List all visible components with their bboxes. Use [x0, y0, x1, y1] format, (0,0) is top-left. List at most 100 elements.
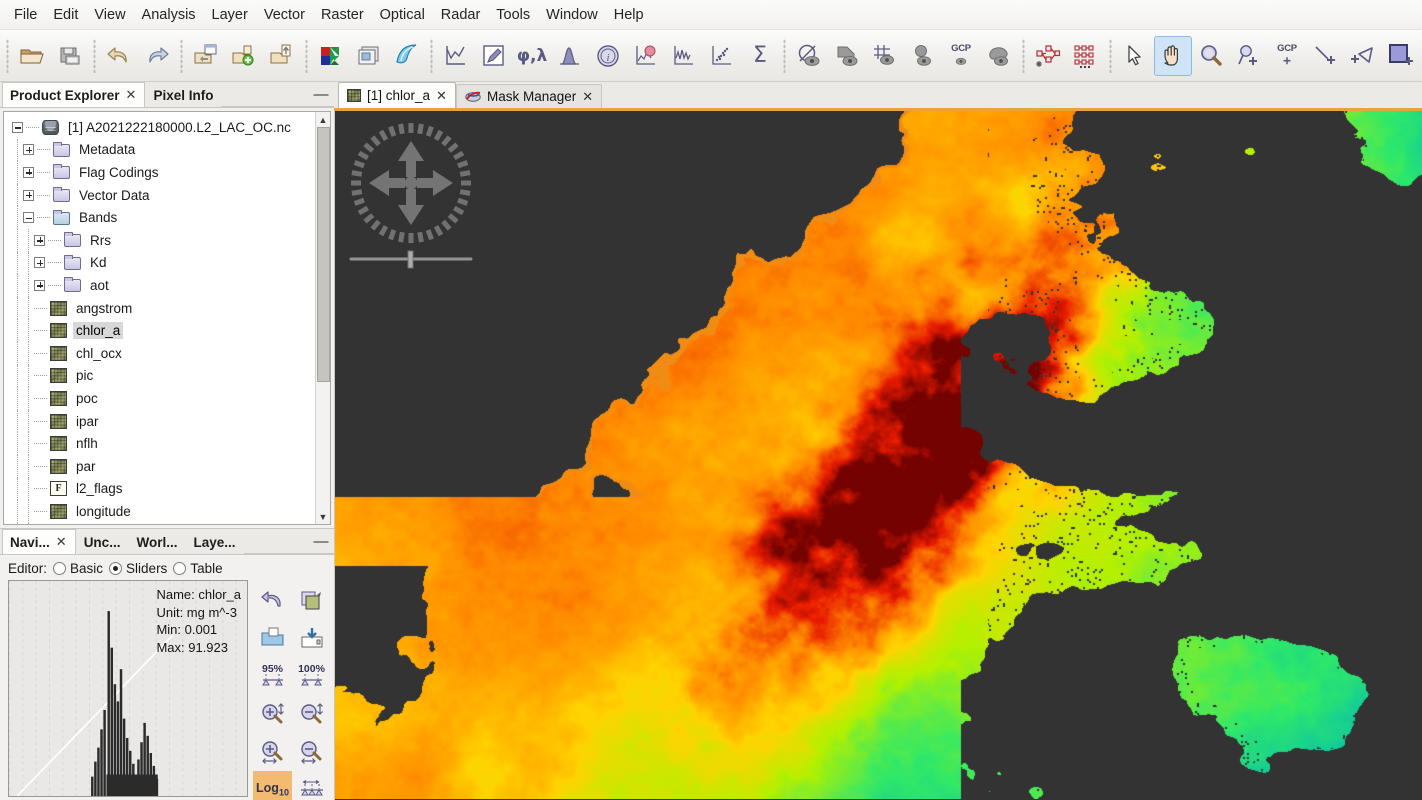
collapse-node-icon[interactable] — [23, 212, 34, 223]
zoom-out-vertical-button[interactable] — [292, 695, 331, 733]
graticule-layer-icon[interactable] — [866, 36, 904, 76]
mask-manager-icon[interactable] — [790, 36, 828, 76]
open-rgb-image-window-icon[interactable] — [187, 36, 225, 76]
tree-node-poc[interactable]: poc — [4, 387, 315, 410]
document-tab-1[interactable]: Mask Manager✕ — [456, 84, 602, 108]
zoom-out-horizontal-button[interactable] — [292, 733, 331, 771]
undo-icon[interactable] — [100, 36, 138, 76]
tree-node-par[interactable]: par — [4, 455, 315, 478]
tree-node-ipar[interactable]: ipar — [4, 410, 315, 433]
pin-manager-icon[interactable] — [904, 36, 942, 76]
colour-panel-tab-1[interactable]: Unc... — [76, 529, 129, 554]
pin-placing-tool-icon[interactable] — [1230, 36, 1268, 76]
line-drawing-tool-icon[interactable] — [1306, 36, 1344, 76]
information-icon[interactable]: i — [589, 36, 627, 76]
zoom-in-vertical-button[interactable] — [253, 695, 292, 733]
histogram-display[interactable]: Name: chlor_a Unit: mg m^-3 Min: 0.001 M… — [8, 580, 248, 797]
menu-item-window[interactable]: Window — [538, 3, 606, 27]
profile-plot-icon[interactable] — [437, 36, 475, 76]
product-tree[interactable]: [1] A2021222180000.L2_LAC_OC.ncMetadataF… — [4, 112, 315, 524]
tree-node-nflh[interactable]: nflh — [4, 432, 315, 455]
product-explorer-tab-1[interactable]: Pixel Info — [145, 82, 221, 107]
editor-option-basic[interactable]: Basic — [53, 561, 103, 576]
tree-node--1-a2021222180000-l2_lac_oc-nc[interactable]: [1] A2021222180000.L2_LAC_OC.nc — [4, 116, 315, 139]
colour-panel-tab-0[interactable]: Navi...✕ — [2, 529, 76, 554]
expand-node-icon[interactable] — [34, 235, 45, 246]
tree-node-pic[interactable]: pic — [4, 365, 315, 388]
wavelength-icon[interactable] — [388, 36, 426, 76]
tree-node-latitude[interactable]: latitude — [4, 523, 315, 524]
product-tree-scrollbar[interactable]: ▲ ▼ — [315, 112, 330, 524]
polyline-drawing-tool-icon[interactable] — [1344, 36, 1382, 76]
geo-coding-icon[interactable]: φ,λ — [513, 36, 551, 76]
pen-tool-icon[interactable] — [475, 36, 513, 76]
zoom-in-horizontal-button[interactable] — [253, 733, 292, 771]
layer-manager-icon[interactable] — [350, 36, 388, 76]
image-view-chlor-a[interactable] — [334, 111, 1422, 800]
tree-node-chl_ocx[interactable]: chl_ocx — [4, 342, 315, 365]
menu-item-view[interactable]: View — [86, 3, 133, 27]
tree-node-angstrom[interactable]: angstrom — [4, 297, 315, 320]
expand-node-icon[interactable] — [34, 257, 45, 268]
scroll-down-icon[interactable]: ▼ — [316, 509, 331, 524]
editor-option-sliders[interactable]: Sliders — [109, 561, 167, 576]
mask-area-icon[interactable] — [828, 36, 866, 76]
chlorophyll-raster[interactable] — [335, 111, 1422, 799]
redo-icon[interactable] — [138, 36, 176, 76]
import-palette-button[interactable] — [253, 619, 292, 657]
histogram-icon[interactable] — [551, 36, 589, 76]
tree-node-kd[interactable]: Kd — [4, 252, 315, 275]
minimize-panel-button[interactable]: — — [308, 82, 334, 107]
multi-apply-button[interactable] — [292, 581, 331, 619]
menu-item-help[interactable]: Help — [606, 3, 652, 27]
menu-item-vector[interactable]: Vector — [256, 3, 313, 27]
pan-tool-icon[interactable] — [1154, 36, 1192, 76]
tree-node-longitude[interactable]: longitude — [4, 500, 315, 523]
menu-item-edit[interactable]: Edit — [45, 3, 86, 27]
import-vector-icon[interactable] — [225, 36, 263, 76]
rectangle-drawing-tool-icon[interactable] — [1382, 36, 1420, 76]
evenly-distribute-button[interactable] — [292, 771, 331, 800]
product-explorer-tab-0[interactable]: Product Explorer✕ — [2, 82, 145, 107]
open-product-icon[interactable] — [13, 36, 51, 76]
menu-item-raster[interactable]: Raster — [313, 3, 372, 27]
close-icon[interactable]: ✕ — [582, 89, 593, 105]
no-data-overlay-icon[interactable] — [980, 36, 1018, 76]
correlative-plot-icon[interactable] — [703, 36, 741, 76]
navigation-compass[interactable] — [347, 119, 475, 269]
menu-item-analysis[interactable]: Analysis — [134, 3, 204, 27]
save-product-icon[interactable] — [51, 36, 89, 76]
menu-item-optical[interactable]: Optical — [372, 3, 433, 27]
expand-node-icon[interactable] — [34, 280, 45, 291]
close-icon[interactable]: ✕ — [125, 87, 138, 103]
tree-node-rrs[interactable]: Rrs — [4, 229, 315, 252]
export-palette-button[interactable] — [292, 619, 331, 657]
close-icon[interactable]: ✕ — [55, 534, 68, 550]
radio-sliders-icon[interactable] — [109, 562, 122, 575]
radio-basic-icon[interactable] — [53, 562, 66, 575]
stretch-100-button[interactable]: 100% — [292, 657, 331, 695]
tree-node-chlor_a[interactable]: chlor_a — [4, 319, 315, 342]
scatter-plot-icon[interactable] — [627, 36, 665, 76]
colour-manipulation-icon[interactable] — [312, 36, 350, 76]
scroll-up-icon[interactable]: ▲ — [316, 112, 331, 127]
editor-option-table[interactable]: Table — [173, 561, 222, 576]
tree-node-aot[interactable]: aot — [4, 274, 315, 297]
document-tab-0[interactable]: [1] chlor_a✕ — [338, 82, 456, 108]
collapse-node-icon[interactable] — [12, 122, 23, 133]
colour-panel-tab-2[interactable]: Worl... — [128, 529, 185, 554]
tree-node-metadata[interactable]: Metadata — [4, 139, 315, 162]
tree-node-l2_flags[interactable]: Fl2_flags — [4, 478, 315, 501]
tree-node-flag-codings[interactable]: Flag Codings — [4, 161, 315, 184]
zoom-tool-icon[interactable] — [1192, 36, 1230, 76]
selection-tool-icon[interactable] — [1116, 36, 1154, 76]
menu-item-tools[interactable]: Tools — [488, 3, 538, 27]
log-scaling-button[interactable]: Log10 — [253, 771, 292, 800]
expand-node-icon[interactable] — [23, 144, 34, 155]
colour-panel-tab-3[interactable]: Laye... — [185, 529, 243, 554]
batch-processing-icon[interactable] — [1067, 36, 1105, 76]
statistics-icon[interactable]: Σ — [741, 36, 779, 76]
expand-node-icon[interactable] — [23, 167, 34, 178]
scrollbar-track[interactable] — [316, 127, 331, 509]
menu-item-file[interactable]: File — [6, 3, 45, 27]
